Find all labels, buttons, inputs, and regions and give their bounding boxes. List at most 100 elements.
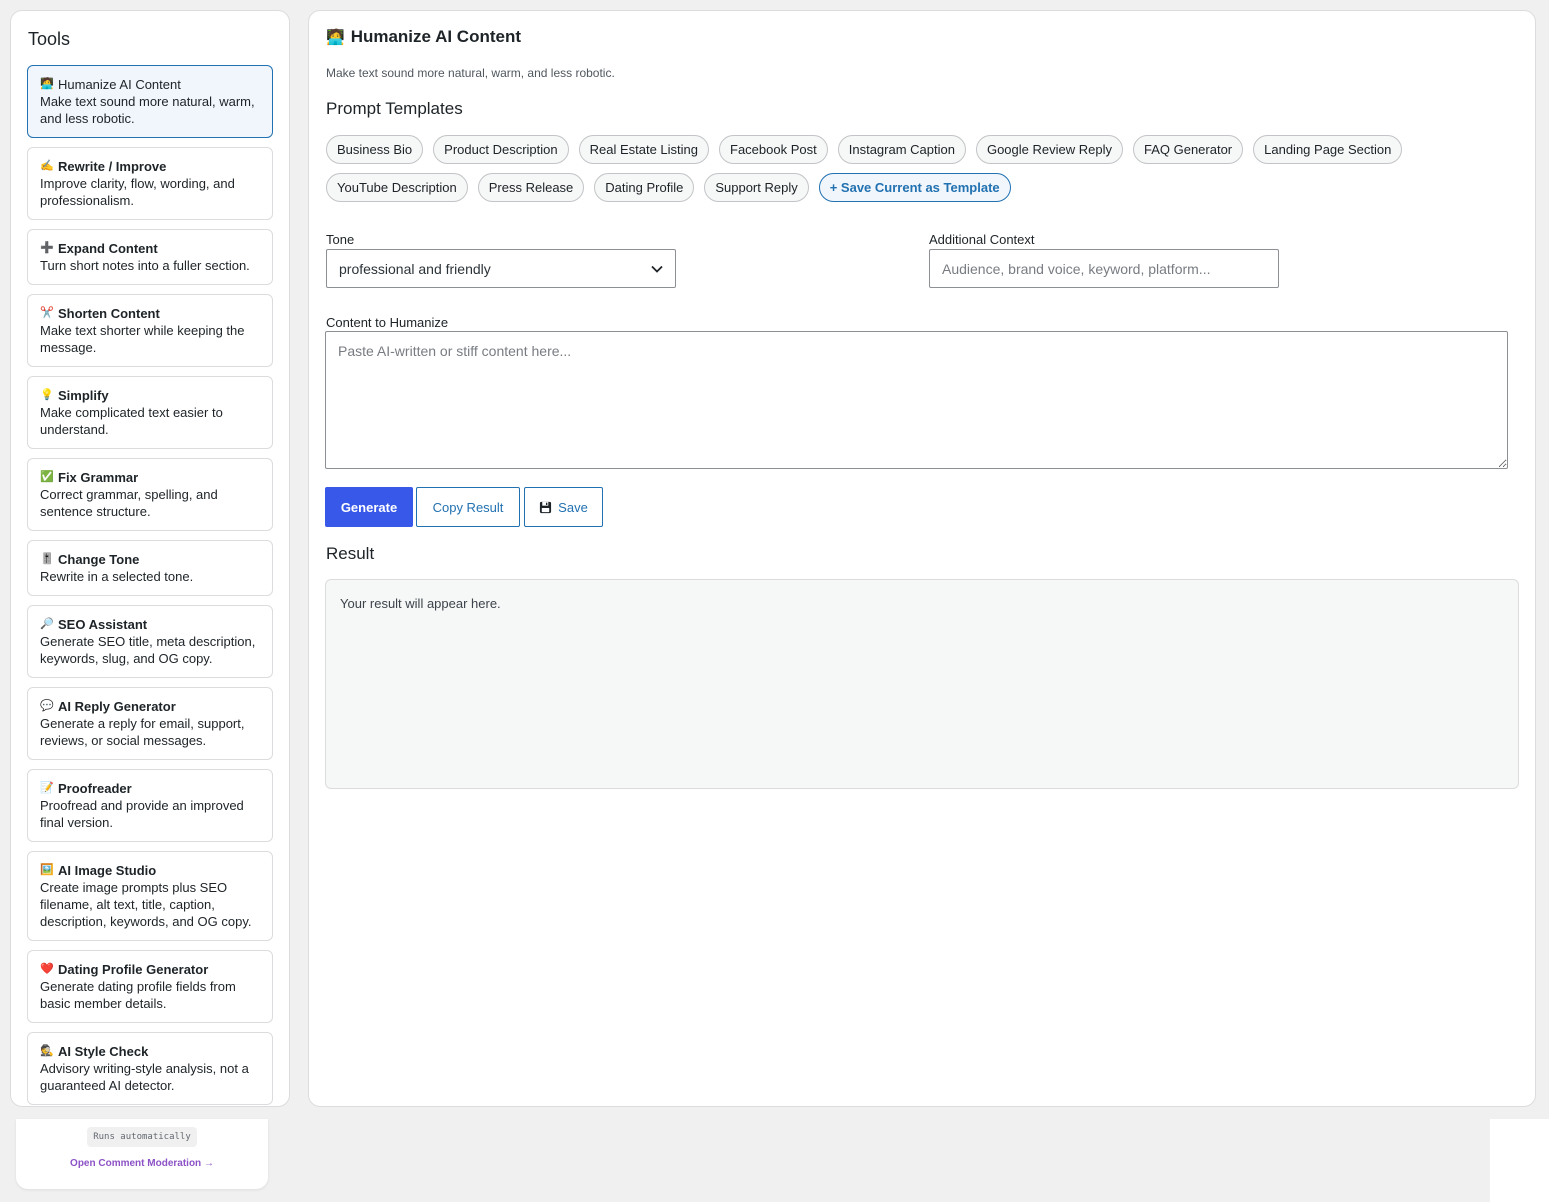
- tool-list: 🧑‍💻 Humanize AI Content Make text sound mo…: [27, 65, 273, 1114]
- tool-card[interactable]: 🧑‍💻 Humanize AI Content Make text sound mo…: [27, 65, 273, 138]
- save-button[interactable]: Save: [524, 487, 603, 527]
- tool-name: ✅ Fix Grammar: [40, 469, 260, 486]
- result-text: Your result will appear here.: [340, 596, 501, 611]
- tool-name: 📝 Proofreader: [40, 780, 260, 797]
- tool-description: Rewrite in a selected tone.: [40, 569, 194, 584]
- tool-description: Proofread and provide an improved final …: [40, 798, 244, 830]
- template-chip[interactable]: Business Bio: [326, 135, 424, 164]
- tool-description: Generate dating profile fields from basi…: [40, 979, 236, 1011]
- tool-description: Generate a reply for email, support, rev…: [40, 716, 245, 748]
- page-title: 🧑‍💻 Humanize AI Content: [326, 27, 521, 47]
- tool-name: 💡 Simplify: [40, 387, 260, 404]
- tool-card[interactable]: ✍️ Rewrite / Improve Improve clarity, flow…: [27, 147, 273, 220]
- template-chips: Business Bio Product Description Real Esta…: [326, 135, 1526, 202]
- chevron-down-icon: [651, 265, 663, 273]
- comment-moderation-card: Runs automatically Open Comment Moderati…: [16, 1119, 268, 1189]
- tool-icon: 📝: [40, 782, 54, 794]
- template-chip[interactable]: Instagram Caption: [837, 135, 966, 164]
- tool-card[interactable]: ✅ Fix Grammar Correct grammar, spelling, a…: [27, 458, 273, 531]
- tool-description: Generate SEO title, meta description, ke…: [40, 634, 256, 666]
- runs-automatically-badge: Runs automatically: [87, 1127, 197, 1147]
- tool-description: Create image prompts plus SEO filename, …: [40, 880, 252, 929]
- tone-select-value: professional and friendly: [339, 260, 491, 277]
- copy-result-button[interactable]: Copy Result: [416, 487, 520, 527]
- result-box: Your result will appear here.: [325, 579, 1519, 789]
- corner-panel: [1490, 1119, 1549, 1202]
- tool-card[interactable]: 💡 Simplify Make complicated text easier to…: [27, 376, 273, 449]
- tool-icon: 🎚️: [40, 553, 54, 565]
- tool-card[interactable]: ❤️ Dating Profile Generator Generate datin…: [27, 950, 273, 1023]
- tone-select[interactable]: professional and friendly: [326, 249, 676, 288]
- floppy-disk-icon: [540, 501, 552, 513]
- tone-label: Tone: [326, 232, 355, 247]
- open-comment-moderation-link[interactable]: Open Comment Moderation →: [16, 1158, 268, 1169]
- tool-name-text: Shorten Content: [58, 306, 160, 321]
- tools-sidebar: Tools 🧑‍💻 Humanize AI Content Make text so…: [10, 10, 290, 1107]
- tool-name-text: SEO Assistant: [58, 617, 148, 632]
- tool-card[interactable]: 🎚️ Change Tone Rewrite in a selected tone.: [27, 540, 273, 596]
- template-chip[interactable]: Product Description: [433, 135, 569, 164]
- template-chip[interactable]: Real Estate Listing: [578, 135, 710, 164]
- template-chip[interactable]: Dating Profile: [594, 173, 695, 202]
- tool-name: ✂️ Shorten Content: [40, 305, 260, 322]
- templates-heading: Prompt Templates: [326, 99, 463, 118]
- tool-name: ❤️ Dating Profile Generator: [40, 961, 260, 978]
- tool-description: Turn short notes into a fuller section.: [40, 258, 250, 273]
- tool-name-text: Rewrite / Improve: [58, 159, 167, 174]
- tool-name-text: AI Style Check: [58, 1044, 149, 1059]
- tool-card[interactable]: 🖼️ AI Image Studio Create image prompts pl…: [27, 851, 273, 941]
- tool-name-text: Proofreader: [58, 781, 132, 796]
- template-chip[interactable]: Press Release: [477, 173, 585, 202]
- save-button-label: Save: [558, 499, 588, 515]
- tool-name-text: Change Tone: [58, 552, 140, 567]
- tool-name: ✍️ Rewrite / Improve: [40, 158, 260, 175]
- tool-icon: ✂️: [40, 307, 54, 319]
- tool-name-text: AI Image Studio: [58, 863, 157, 878]
- template-chip[interactable]: YouTube Description: [326, 173, 468, 202]
- tool-name: 💬 AI Reply Generator: [40, 698, 260, 715]
- tool-icon: 🖼️: [40, 864, 54, 876]
- tool-card[interactable]: 🕵️ AI Style Check Advisory writing-style a…: [27, 1032, 273, 1105]
- tool-icon: 💬: [40, 700, 54, 712]
- tool-name-text: Fix Grammar: [58, 470, 139, 485]
- tool-card[interactable]: ✂️ Shorten Content Make text shorter while…: [27, 294, 273, 367]
- tool-name-text: Dating Profile Generator: [58, 962, 209, 977]
- tool-name: 🖼️ AI Image Studio: [40, 862, 260, 879]
- template-chip[interactable]: Support Reply: [704, 173, 809, 202]
- tool-description: Correct grammar, spelling, and sentence …: [40, 487, 218, 519]
- tool-icon: 💡: [40, 389, 54, 401]
- tool-card[interactable]: 🔎 SEO Assistant Generate SEO title, meta d…: [27, 605, 273, 678]
- tool-name: 🧑‍💻 Humanize AI Content: [40, 76, 260, 93]
- tool-icon: 🔎: [40, 618, 54, 630]
- save-current-template-button[interactable]: + Save Current as Template: [818, 173, 1011, 202]
- technologist-icon: 🧑‍💻: [326, 29, 345, 46]
- main-panel: 🧑‍💻 Humanize AI Content Make text sound …: [308, 10, 1536, 1107]
- tool-card[interactable]: 💬 AI Reply Generator Generate a reply for …: [27, 687, 273, 760]
- tool-name-text: Expand Content: [58, 241, 158, 256]
- tool-description: Make text shorter while keeping the mess…: [40, 323, 245, 355]
- tool-name-text: Humanize AI Content: [58, 77, 181, 92]
- template-chip[interactable]: FAQ Generator: [1132, 135, 1244, 164]
- tool-name: 🕵️ AI Style Check: [40, 1043, 260, 1060]
- generate-button[interactable]: Generate: [325, 487, 413, 527]
- tool-description: Make complicated text easier to understa…: [40, 405, 223, 437]
- tool-name: 🎚️ Change Tone: [40, 551, 260, 568]
- tool-card[interactable]: ➕ Expand Content Turn short notes into a f…: [27, 229, 273, 285]
- additional-context-input[interactable]: [929, 249, 1279, 288]
- tool-icon: ✅: [40, 471, 54, 483]
- additional-context-label: Additional Context: [929, 232, 1035, 247]
- page-title-text: Humanize AI Content: [350, 27, 522, 46]
- template-chip[interactable]: Google Review Reply: [975, 135, 1123, 164]
- tool-name: ➕ Expand Content: [40, 240, 260, 257]
- template-chip[interactable]: Facebook Post: [719, 135, 828, 164]
- content-textarea[interactable]: [325, 331, 1508, 469]
- tool-name-text: Simplify: [58, 388, 109, 403]
- template-chip[interactable]: Landing Page Section: [1253, 135, 1403, 164]
- tool-description: Advisory writing-style analysis, not a g…: [40, 1061, 249, 1093]
- tool-description: Improve clarity, flow, wording, and prof…: [40, 176, 235, 208]
- page-subtitle: Make text sound more natural, warm, and …: [326, 66, 615, 80]
- tool-card[interactable]: 📝 Proofreader Proofread and provide an imp…: [27, 769, 273, 842]
- tool-icon: ❤️: [40, 963, 54, 975]
- tool-icon: ➕: [40, 242, 54, 254]
- tool-name: 🔎 SEO Assistant: [40, 616, 260, 633]
